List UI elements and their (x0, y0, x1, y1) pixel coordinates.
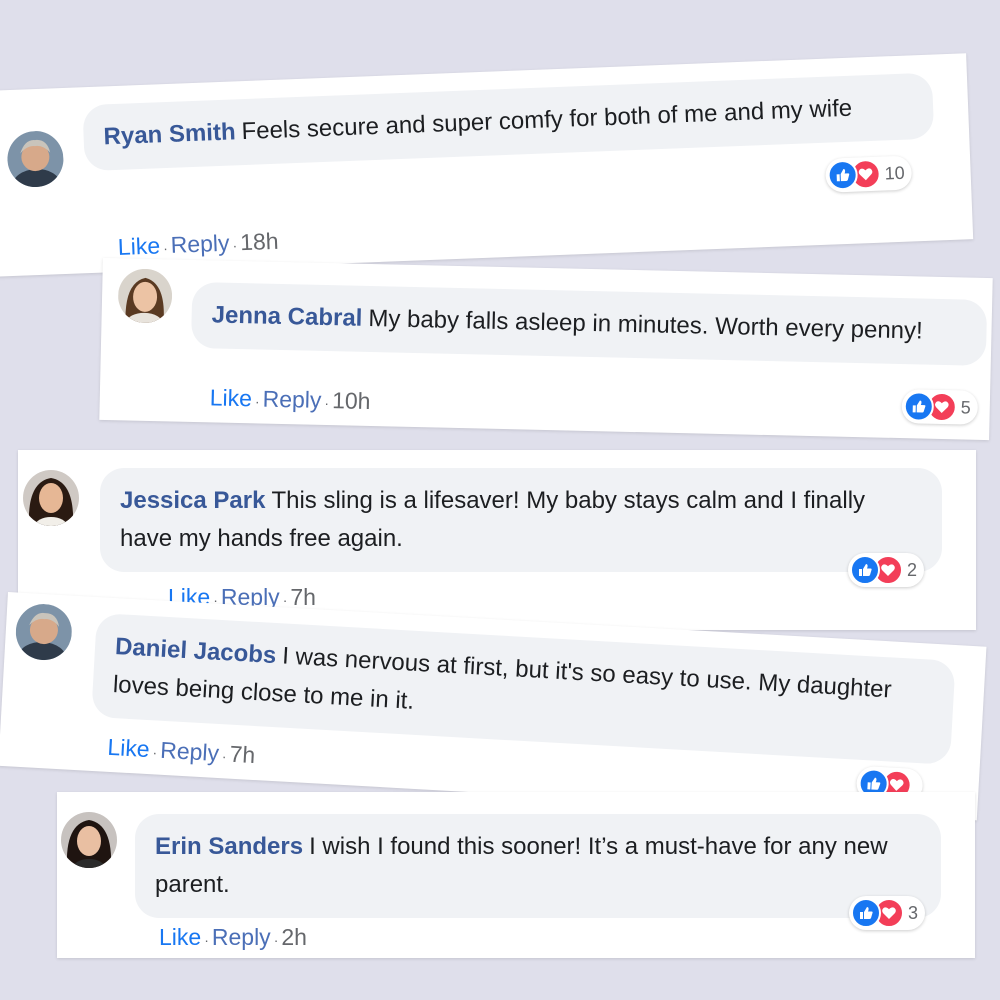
like-link[interactable]: Like (117, 232, 160, 260)
comment-bubble: Jenna Cabral My baby falls asleep in minu… (190, 281, 988, 366)
avatar[interactable] (61, 812, 117, 868)
reaction-count: 3 (908, 902, 919, 923)
reaction-count: 5 (960, 396, 972, 418)
comment-bubble: Erin Sanders I wish I found this sooner! … (135, 814, 941, 918)
like-reaction-icon (850, 555, 880, 585)
comment-card: Erin Sanders I wish I found this sooner! … (57, 792, 975, 958)
timestamp: 2h (281, 924, 307, 950)
comment-bubble: Jessica Park This sling is a lifesaver! M… (100, 468, 942, 572)
comment-actions: Like · Reply · 2h (159, 924, 307, 950)
comment-card: Jenna Cabral My baby falls asleep in minu… (99, 257, 993, 441)
avatar[interactable] (14, 602, 74, 662)
avatar[interactable] (23, 470, 79, 526)
comment-card: Ryan Smith Feels secure and super comfy f… (0, 53, 974, 277)
like-reaction-icon (903, 391, 935, 422)
comment-actions: Like ·Reply ·18h (117, 227, 279, 260)
avatar[interactable] (117, 268, 173, 324)
comment-text: My baby falls asleep in minutes. Worth e… (368, 304, 924, 345)
timestamp: 10h (331, 387, 371, 415)
commenter-name[interactable]: Ryan Smith (103, 118, 236, 150)
timestamp: 7h (290, 584, 316, 610)
like-link[interactable]: Like (107, 734, 151, 762)
like-link[interactable]: Like (210, 384, 253, 411)
comment-bubble: Ryan Smith Feels secure and super comfy f… (82, 72, 935, 172)
reply-link[interactable]: Reply (170, 230, 230, 258)
reactions-badge[interactable]: 2 (848, 553, 925, 587)
commenter-name[interactable]: Jenna Cabral (211, 301, 362, 331)
commenter-name[interactable]: Erin Sanders (155, 833, 303, 860)
reactions-badge[interactable]: 10 (825, 155, 913, 193)
reaction-count: 10 (884, 162, 906, 183)
comment-actions: Like·Reply·7h (106, 733, 256, 769)
like-reaction-icon (827, 159, 859, 191)
commenter-name[interactable]: Jessica Park (120, 487, 265, 514)
avatar[interactable] (6, 130, 65, 189)
reaction-count: 2 (907, 559, 918, 580)
reply-link[interactable]: Reply (262, 386, 321, 413)
reactions-badge[interactable]: 5 (901, 389, 979, 425)
reply-link[interactable]: Reply (160, 737, 220, 766)
like-reaction-icon (851, 898, 881, 928)
timestamp: 7h (228, 740, 256, 769)
like-link[interactable]: Like (159, 924, 201, 950)
comment-text: Feels secure and super comfy for both of… (241, 94, 853, 146)
timestamp: 18h (239, 227, 279, 256)
reply-link[interactable]: Reply (212, 924, 271, 950)
commenter-name[interactable]: Daniel Jacobs (114, 633, 277, 669)
comment-actions: Like · Reply · 10h (209, 384, 371, 415)
reactions-badge[interactable]: 3 (849, 896, 926, 930)
